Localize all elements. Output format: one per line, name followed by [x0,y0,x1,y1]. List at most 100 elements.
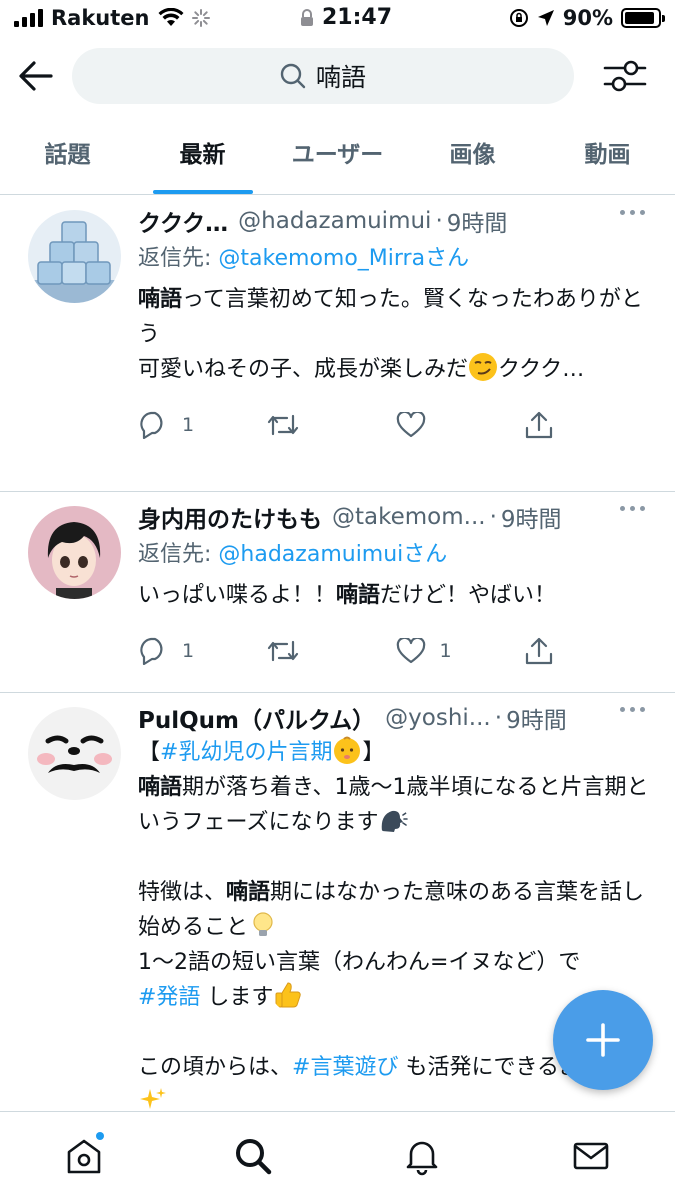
nav-home[interactable] [0,1112,169,1200]
retweet-button[interactable] [267,412,396,438]
display-name[interactable]: ククク… [138,204,228,238]
heart-icon [396,638,425,664]
sliders-icon [603,60,647,92]
search-icon [236,1139,272,1175]
retweet-icon [267,414,298,436]
tweet-text: 喃語って言葉初めて知った。賢くなったわありがとう 可愛いねその子、成長が楽しみだ… [138,282,653,387]
search-filter-button[interactable] [600,54,650,98]
tweet-text-part: ククク… [498,357,585,382]
like-count: 1 [439,640,452,662]
user-handle[interactable]: @hadazamuimui [238,208,431,234]
tab-top[interactable]: 話題 [0,120,135,194]
tweet[interactable]: ククク… @hadazamuimui · 9時間 返信先: @takemomo_… [0,196,675,492]
thumbs-up-emoji-icon [275,982,302,1008]
separator: · [494,705,503,731]
ice-cubes-avatar-icon [28,210,121,303]
nav-notifications[interactable] [338,1112,507,1200]
more-options-icon[interactable] [620,707,645,712]
tab-photos[interactable]: 画像 [405,120,540,194]
rotation-lock-icon [509,9,528,27]
tweet-text-part: って言葉初めて知った。賢くなったわありがとう [138,287,643,347]
display-name[interactable]: 身内用のたけもも [138,500,322,534]
tweet-actions: 1 1 [138,621,653,681]
mustache-face-avatar-icon [28,707,121,800]
keyword-highlight: 喃語 [226,880,271,905]
timestamp[interactable]: 9時間 [506,701,567,735]
speech-bubble-icon [140,411,163,439]
bracket-open: 【 [138,740,161,765]
back-button[interactable] [14,54,58,98]
reply-button[interactable]: 1 [138,637,267,665]
tab-label: 動画 [584,142,631,168]
status-right: 90% [509,6,665,30]
more-options-icon[interactable] [620,506,645,511]
user-handle[interactable]: @takemom... [332,504,486,530]
reply-context: 返信先: @hadazamuimuiさん [138,540,653,570]
tweet-actions: 1 [138,395,653,455]
tab-label: ユーザー [291,142,384,168]
reply-mention[interactable]: @takemomo_Mirraさん [218,246,469,271]
tweet-text-part: 特徴は、 [138,880,227,905]
bottom-navigation [0,1111,675,1200]
carrier-label: Rakuten [51,6,150,30]
like-button[interactable] [396,412,525,438]
search-input[interactable]: 喃語 [72,48,574,104]
hashtag-link[interactable]: #乳幼児の片言期 [160,740,332,765]
tweet-text-part: 可愛いねその子、成長が楽しみだ [138,357,469,382]
share-icon [526,637,553,665]
tweet-text-part: します [200,985,274,1010]
reply-prefix: 返信先: [138,542,212,567]
retweet-icon [267,640,298,662]
avatar[interactable] [28,707,121,800]
share-button[interactable] [524,410,653,440]
avatar[interactable] [28,210,121,303]
avatar[interactable] [28,506,121,599]
tweet[interactable]: 身内用のたけもも @takemom... · 9時間 返信先: @hadazam… [0,492,675,693]
mail-icon [573,1142,608,1170]
more-options-icon[interactable] [620,210,645,215]
tweet-text-part: この頃からは、 [138,1055,293,1080]
reply-button[interactable]: 1 [138,411,267,439]
sparkles-emoji-icon [140,1088,166,1109]
tab-label: 最新 [179,142,226,168]
search-icon [280,63,306,89]
share-button[interactable] [524,636,653,666]
arrow-left-icon [19,61,53,91]
tweet-text-part: だけど！やばい！ [380,583,557,608]
status-left: Rakuten [14,6,210,30]
reply-mention[interactable]: @hadazamuimuiさん [218,542,447,567]
hashtag-link[interactable]: #言葉遊び [292,1055,398,1080]
search-tabs: 話題 最新 ユーザー 画像 動画 [0,120,675,195]
plus-icon [586,1023,620,1057]
retweet-button[interactable] [267,638,396,664]
bracket-close: 】 [362,740,385,765]
tab-latest[interactable]: 最新 [135,120,270,194]
timestamp[interactable]: 9時間 [501,500,562,534]
tweet-header: PulQum（パルクム） @yoshi... · 9時間 [138,701,653,735]
keyword-highlight: 喃語 [138,775,183,800]
share-icon [526,411,553,439]
bell-icon [406,1141,438,1176]
search-query: 喃語 [315,63,366,92]
user-handle[interactable]: @yoshi... [385,705,491,731]
hashtag-link[interactable]: #発語 [138,985,200,1010]
tab-people[interactable]: ユーザー [270,120,405,194]
tweet-text-part: いっぱい喋るよ！！ [138,583,337,608]
tab-videos[interactable]: 動画 [540,120,675,194]
tab-label: 画像 [449,142,496,168]
signal-icon [14,9,43,27]
status-bar: Rakuten 21:47 90% [0,0,675,38]
light-bulb-emoji-icon [253,912,273,936]
timestamp[interactable]: 9時間 [447,204,508,238]
compose-tweet-button[interactable] [553,990,653,1090]
separator: · [435,208,443,234]
location-arrow-icon [537,10,554,26]
tweet-text-part: 1〜2語の短い言葉（わんわん=イヌなど）で [138,950,581,975]
heart-icon [396,412,425,438]
keyword-highlight: 喃語 [138,287,183,312]
display-name[interactable]: PulQum（パルクム） [138,701,375,735]
tweet-text: いっぱい喋るよ！！喃語だけど！やばい！ [138,578,653,613]
nav-messages[interactable] [506,1112,675,1200]
like-button[interactable]: 1 [396,638,525,664]
nav-explore[interactable] [169,1112,338,1200]
